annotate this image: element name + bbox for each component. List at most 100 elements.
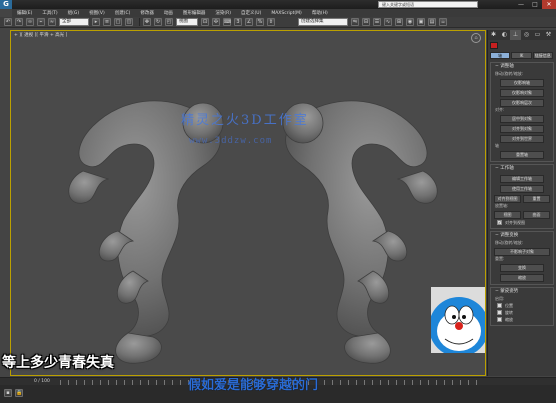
selection-lock-icon[interactable]: 🔒: [15, 389, 23, 397]
affect-hierarchy-only-button[interactable]: 仅影响层次: [500, 99, 544, 107]
select-by-name-icon[interactable]: ≡: [103, 18, 111, 26]
modify-tab-icon[interactable]: ◐: [499, 30, 510, 40]
align-icon[interactable]: ⊟: [362, 18, 370, 26]
perspective-viewport[interactable]: + ][ 透视 ][ 平滑 + 高光 ] ⌂ 精灵之火3D工作室 www.3dd…: [10, 30, 486, 376]
curve-editor-icon[interactable]: ∿: [384, 18, 392, 26]
skin-pose-title[interactable]: 蒙皮姿势: [491, 288, 553, 296]
pivot-mode-button[interactable]: 轴: [490, 51, 511, 59]
menu-customize[interactable]: 自定义(U): [236, 10, 266, 16]
rotation-check-label: 旋转: [505, 309, 513, 315]
window-crossing-icon[interactable]: ◫: [125, 18, 133, 26]
motion-tab-icon[interactable]: ◎: [521, 30, 532, 40]
minimize-button[interactable]: —: [514, 0, 528, 9]
doraemon-thumbnail: [431, 287, 485, 353]
reset-working-pivot-button[interactable]: 重置: [523, 195, 550, 203]
align-to-view-checkbox[interactable]: ✓: [497, 220, 502, 225]
render-production-icon[interactable]: ☕: [439, 18, 447, 26]
surface-button[interactable]: 曲面: [523, 211, 550, 219]
spinner-snap-icon[interactable]: ⇕: [267, 18, 275, 26]
layer-manager-icon[interactable]: ☰: [373, 18, 381, 26]
render-frame-icon[interactable]: ▤: [428, 18, 436, 26]
menu-graph-editors[interactable]: 图形编辑器: [178, 10, 211, 16]
select-scale-icon[interactable]: ◰: [165, 18, 173, 26]
menu-rendering[interactable]: 渲染(R): [210, 10, 236, 16]
position-check-row[interactable]: 位置: [491, 302, 553, 309]
select-object-icon[interactable]: ▸: [92, 18, 100, 26]
scale-check-row[interactable]: 缩放: [491, 316, 553, 323]
close-button[interactable]: ✕: [542, 0, 556, 9]
utilities-tab-icon[interactable]: ⚒: [543, 30, 554, 40]
selection-filter-dropdown[interactable]: 全部: [59, 18, 89, 26]
scale-checkbox[interactable]: [497, 317, 502, 322]
rotation-checkbox[interactable]: [497, 310, 502, 315]
adjust-pivot-title[interactable]: 调整轴: [491, 63, 553, 71]
menu-edit[interactable]: 编辑(E): [12, 10, 37, 16]
menu-create[interactable]: 创建(C): [110, 10, 136, 16]
undo-icon[interactable]: ↶: [4, 18, 12, 26]
bind-space-warp-icon[interactable]: ≈: [48, 18, 56, 26]
mirror-icon[interactable]: ⇋: [351, 18, 359, 26]
ik-mode-button[interactable]: IK: [511, 51, 532, 59]
display-tab-icon[interactable]: ▭: [532, 30, 543, 40]
pivot-center-icon[interactable]: ⊡: [201, 18, 209, 26]
align-to-world-button[interactable]: 对齐到世界: [500, 135, 544, 143]
search-input[interactable]: 键入关键字或短语: [378, 1, 478, 8]
align-to-view-button[interactable]: 对齐到视图: [494, 195, 521, 203]
reset-transform-button[interactable]: 变换: [500, 264, 544, 272]
create-tab-icon[interactable]: ✱: [488, 30, 499, 40]
menu-tools[interactable]: 工具(T): [37, 10, 62, 16]
link-info-mode-button[interactable]: 链接信息: [532, 51, 553, 59]
redo-icon[interactable]: ↷: [15, 18, 23, 26]
menu-group[interactable]: 组(G): [63, 10, 85, 16]
viewcube-icon[interactable]: ⌂: [471, 33, 481, 43]
link-icon[interactable]: ∞: [26, 18, 34, 26]
object-color-swatch[interactable]: [490, 41, 498, 49]
align-to-object-button[interactable]: 对齐到对象: [500, 125, 544, 133]
view-button[interactable]: 视图: [494, 211, 521, 219]
keyboard-shortcut-override-icon[interactable]: ⌨: [223, 18, 231, 26]
command-panel: ✱ ◐ ⊥ ◎ ▭ ⚒ 轴 IK 链接信息 调整轴 移动/旋转/缩放: 仅影响轴…: [487, 30, 556, 376]
unlink-icon[interactable]: ⌁: [37, 18, 45, 26]
dont-affect-children-button[interactable]: 不影响子对象: [494, 248, 550, 256]
menu-help[interactable]: 帮助(H): [307, 10, 333, 16]
snaps-toggle-icon[interactable]: 3: [234, 18, 242, 26]
percent-snap-icon[interactable]: %: [256, 18, 264, 26]
reset-pivot-button[interactable]: 重置轴: [500, 151, 544, 159]
menu-modifiers[interactable]: 修改器: [135, 10, 159, 16]
render-setup-icon[interactable]: ▣: [417, 18, 425, 26]
edit-working-pivot-button[interactable]: 编辑工作轴: [500, 175, 544, 183]
app-logo[interactable]: G: [0, 0, 12, 9]
maximize-button[interactable]: □: [528, 0, 542, 9]
position-checkbox[interactable]: [497, 303, 502, 308]
named-selection-sets-dropdown[interactable]: 创建选择集: [298, 18, 348, 26]
select-manipulate-icon[interactable]: ✣: [212, 18, 220, 26]
move-rotate-scale-label: 移动/旋转/缩放:: [495, 71, 524, 76]
viewport-label[interactable]: + ][ 透视 ][ 平滑 + 高光 ]: [14, 32, 67, 38]
use-working-pivot-button[interactable]: 使用工作轴: [500, 185, 544, 193]
menu-maxscript[interactable]: MAXScript(M): [266, 11, 307, 16]
maxscript-listener-icon[interactable]: ▪: [4, 389, 12, 397]
select-move-icon[interactable]: ✥: [143, 18, 151, 26]
title-bar: G 键入关键字或短语 — □ ✕: [0, 0, 556, 9]
adjust-transform-title[interactable]: 调整变换: [491, 232, 553, 240]
rotation-check-row[interactable]: 旋转: [491, 309, 553, 316]
position-check-label: 位置: [505, 302, 513, 308]
affect-object-only-button[interactable]: 仅影响对象: [500, 89, 544, 97]
angle-snap-icon[interactable]: ∠: [245, 18, 253, 26]
center-to-object-button[interactable]: 居中到对象: [500, 115, 544, 123]
select-rotate-icon[interactable]: ↻: [154, 18, 162, 26]
align-to-view-check-row[interactable]: ✓ 对齐到视图: [491, 219, 553, 226]
adjust-pivot-rollout: 调整轴 移动/旋转/缩放: 仅影响轴 仅影响对象 仅影响层次 对齐: 居中到对象…: [490, 62, 554, 162]
affect-pivot-only-button[interactable]: 仅影响轴: [500, 79, 544, 87]
reset-scale-button[interactable]: 缩放: [500, 274, 544, 282]
reference-coordinate-dropdown[interactable]: 视图: [176, 18, 198, 26]
status-icons: ▪ 🔒: [4, 389, 26, 397]
frame-counter[interactable]: 0 / 100: [34, 379, 50, 384]
menu-animation[interactable]: 动画: [159, 10, 178, 16]
menu-views[interactable]: 视图(V): [84, 10, 110, 16]
hierarchy-tab-icon[interactable]: ⊥: [510, 30, 521, 40]
working-pivot-title[interactable]: 工作轴: [491, 165, 553, 173]
schematic-view-icon[interactable]: ⊞: [395, 18, 403, 26]
material-editor-icon[interactable]: ◉: [406, 18, 414, 26]
rectangular-selection-icon[interactable]: □: [114, 18, 122, 26]
